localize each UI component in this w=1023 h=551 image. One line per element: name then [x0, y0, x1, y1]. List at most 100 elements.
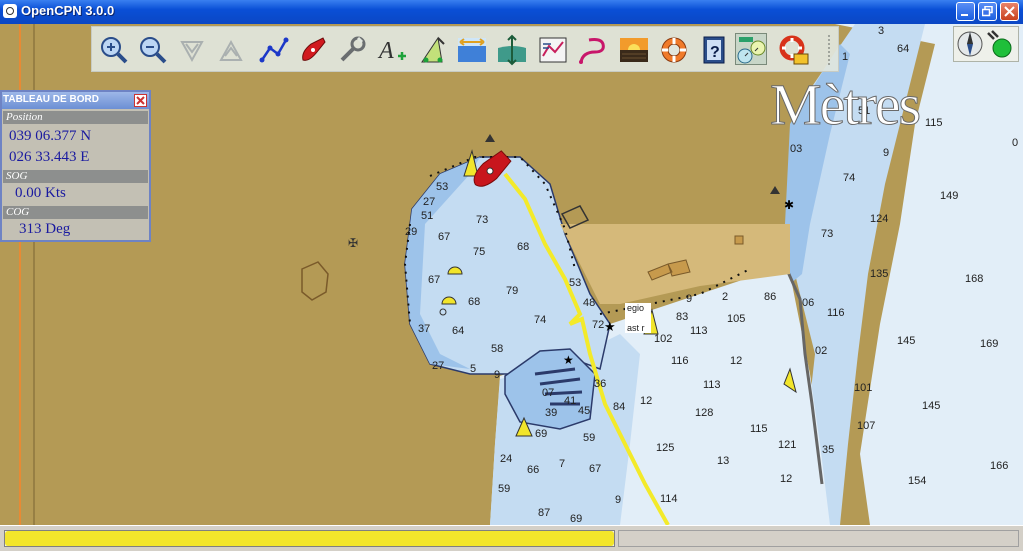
tide-icon	[458, 38, 486, 62]
sounding: 68	[517, 241, 530, 253]
sounding: 86	[764, 291, 777, 303]
sounding: 105	[727, 313, 746, 325]
sounding: 45	[578, 405, 591, 417]
sounding: 59	[583, 432, 596, 444]
close-button[interactable]	[1000, 2, 1019, 21]
current-tide-button[interactable]	[416, 34, 448, 66]
sounding: 135	[870, 268, 889, 280]
zoom-out-button[interactable]	[137, 34, 169, 66]
sounding: 74	[843, 172, 856, 184]
sounding: 58	[491, 343, 504, 355]
minimize-button[interactable]	[956, 2, 975, 21]
text-button[interactable]: A	[376, 34, 408, 66]
lifering-icon	[779, 35, 809, 65]
track-button[interactable]	[577, 34, 609, 66]
restore-icon	[982, 6, 993, 17]
sounding: 64	[452, 325, 465, 337]
sunset-icon	[620, 38, 648, 62]
progress-fill	[5, 531, 614, 546]
sounding: 107	[857, 420, 876, 432]
toolbar-grip[interactable]	[828, 35, 834, 65]
window-title: OpenCPN 3.0.0	[21, 3, 115, 18]
sounding: 53	[569, 277, 582, 289]
sounding: 36	[594, 378, 607, 390]
sounding: 169	[980, 338, 999, 350]
progress-bar	[4, 530, 615, 547]
dashboard-button[interactable]	[735, 33, 767, 65]
sounding: 03	[790, 143, 803, 155]
callout-text-bottom: ast r	[627, 323, 645, 333]
star-marker: ★	[604, 320, 616, 335]
scale-out-button[interactable]	[215, 34, 247, 66]
zoom-in-button[interactable]	[98, 34, 130, 66]
sog-value: 0.00 Kts	[15, 185, 66, 201]
sounding: 5	[470, 363, 477, 375]
scale-in-icon	[180, 41, 204, 63]
tides-button[interactable]	[456, 34, 488, 66]
sounding: 73	[821, 228, 834, 240]
dashboard-panel[interactable]: TABLEAU DE BORD Position 039 06.377 N 02…	[0, 90, 151, 242]
sounding: 149	[940, 190, 959, 202]
star-marker: ✱	[784, 198, 794, 212]
sounding: 2	[722, 291, 729, 303]
chart-canvas[interactable]: ★ ★ ✱ ✠ egio ast r 3 64 1 51 115 0 03 9 …	[0, 24, 1023, 525]
zoom-out-icon	[140, 37, 167, 64]
sounding: 102	[654, 333, 673, 345]
minimize-icon	[961, 14, 968, 16]
route-button[interactable]	[258, 34, 290, 66]
route-manager-button[interactable]	[537, 34, 569, 66]
star-marker: ★	[563, 353, 574, 367]
sounding: 116	[827, 307, 845, 319]
sounding: 39	[545, 407, 558, 419]
dashboard-header[interactable]: TABLEAU DE BORD	[2, 92, 149, 109]
sounding: 13	[717, 455, 730, 467]
sounding: 113	[703, 379, 721, 391]
sounding: 07	[542, 387, 555, 399]
sounding: 64	[897, 43, 910, 55]
sounding: 3	[878, 25, 885, 37]
sounding: 35	[822, 444, 835, 456]
svg-text:?: ?	[710, 44, 720, 61]
sounding: 53	[436, 181, 449, 193]
sounding: 145	[897, 335, 916, 347]
dashboard-close-button[interactable]	[134, 94, 147, 107]
sounding: 12	[780, 473, 793, 485]
sounding: 9	[883, 147, 890, 159]
color-scheme-button[interactable]	[618, 34, 650, 66]
dashboard-icon	[737, 37, 766, 64]
sounding: 101	[854, 382, 873, 394]
currents-button[interactable]	[496, 34, 528, 66]
sounding: 115	[750, 423, 768, 435]
sounding: 67	[438, 231, 451, 243]
sounding: 9	[494, 369, 501, 381]
scale-unit-label: Mètres	[769, 72, 921, 137]
dashboard-title: TABLEAU DE BORD	[3, 94, 99, 105]
scale-in-button[interactable]	[176, 34, 208, 66]
lifebuoy-icon	[661, 37, 687, 63]
currents-icon	[498, 34, 526, 66]
help-button[interactable]: ?	[698, 34, 730, 66]
ship-icon	[302, 37, 326, 61]
sounding: 67	[589, 463, 602, 475]
sounding: 1	[842, 51, 849, 63]
sounding: 74	[534, 314, 547, 326]
sounding: 116	[671, 355, 689, 367]
close-icon	[1004, 6, 1015, 17]
svg-text:A: A	[377, 38, 394, 64]
maximize-button[interactable]	[978, 2, 997, 21]
track-icon	[579, 38, 605, 64]
sounding: 06	[802, 297, 815, 309]
compass-widget[interactable]	[953, 26, 1019, 62]
mob-alarm-button[interactable]	[778, 34, 810, 66]
mob-button[interactable]	[658, 34, 690, 66]
settings-button[interactable]	[336, 34, 368, 66]
follow-ship-button[interactable]	[297, 34, 329, 66]
sounding: 7	[559, 458, 566, 470]
sounding: 113	[690, 325, 708, 337]
sounding: 69	[535, 428, 548, 440]
sounding: 75	[473, 246, 486, 258]
callout-text-top: egio	[627, 303, 645, 313]
sounding: 27	[423, 196, 436, 208]
cog-label: COG	[3, 206, 148, 219]
sounding: 114	[660, 493, 678, 505]
